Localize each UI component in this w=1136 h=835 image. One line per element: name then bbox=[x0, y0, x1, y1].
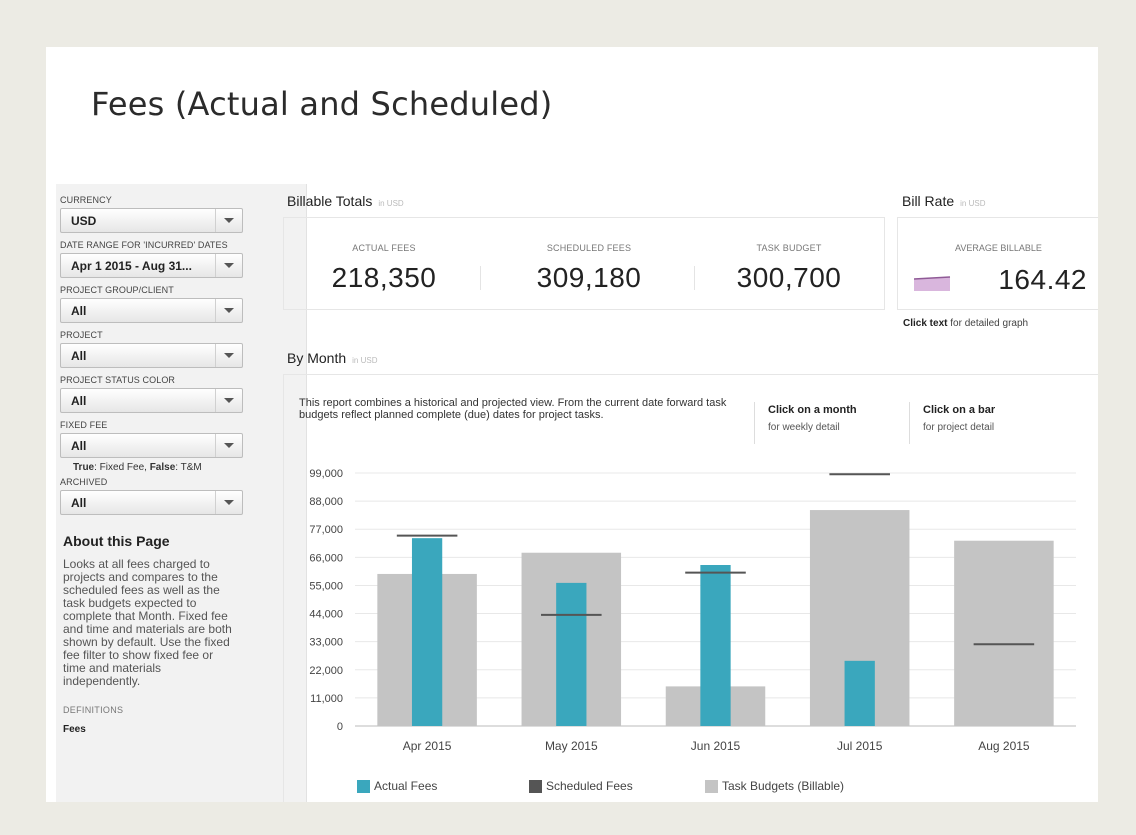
legend-swatch bbox=[529, 779, 542, 793]
x-tick-label[interactable]: Jun 2015 bbox=[691, 739, 741, 753]
y-tick-label: 99,000 bbox=[309, 468, 343, 480]
y-tick-label: 77,000 bbox=[309, 524, 343, 536]
actual-fees-bar[interactable] bbox=[411, 538, 443, 726]
y-tick-label: 66,000 bbox=[309, 552, 343, 564]
legend-swatch bbox=[705, 779, 718, 793]
x-tick-label[interactable]: Jul 2015 bbox=[837, 739, 883, 753]
legend-item-actual-fees[interactable]: Actual Fees bbox=[357, 779, 437, 793]
task-budget-bar[interactable] bbox=[954, 540, 1054, 726]
y-tick-label: 0 bbox=[337, 721, 343, 733]
x-tick-label[interactable]: Aug 2015 bbox=[978, 739, 1030, 753]
y-tick-label: 22,000 bbox=[309, 665, 343, 677]
fees-by-month-chart[interactable]: 99,000 88,000 77,000 66,000 55,000 44,000 33,0… bbox=[46, 47, 1098, 802]
x-tick-label[interactable]: May 2015 bbox=[545, 739, 598, 753]
y-tick-label: 88,000 bbox=[309, 496, 343, 508]
actual-fees-bar[interactable] bbox=[700, 565, 731, 726]
legend-swatch bbox=[357, 779, 370, 793]
report-card: Fees (Actual and Scheduled) CURRENCY USD… bbox=[46, 47, 1098, 802]
actual-fees-bar[interactable] bbox=[556, 582, 587, 726]
y-tick-label: 44,000 bbox=[309, 609, 343, 621]
y-tick-label: 33,000 bbox=[309, 637, 343, 649]
legend-item-scheduled-fees[interactable]: Scheduled Fees bbox=[529, 779, 633, 793]
y-tick-label: 11,000 bbox=[310, 693, 343, 705]
legend-item-task-budgets[interactable]: Task Budgets (Billable) bbox=[705, 779, 844, 793]
actual-fees-bar[interactable] bbox=[844, 660, 875, 726]
y-tick-label: 55,000 bbox=[309, 580, 343, 592]
x-tick-label[interactable]: Apr 2015 bbox=[403, 739, 452, 753]
